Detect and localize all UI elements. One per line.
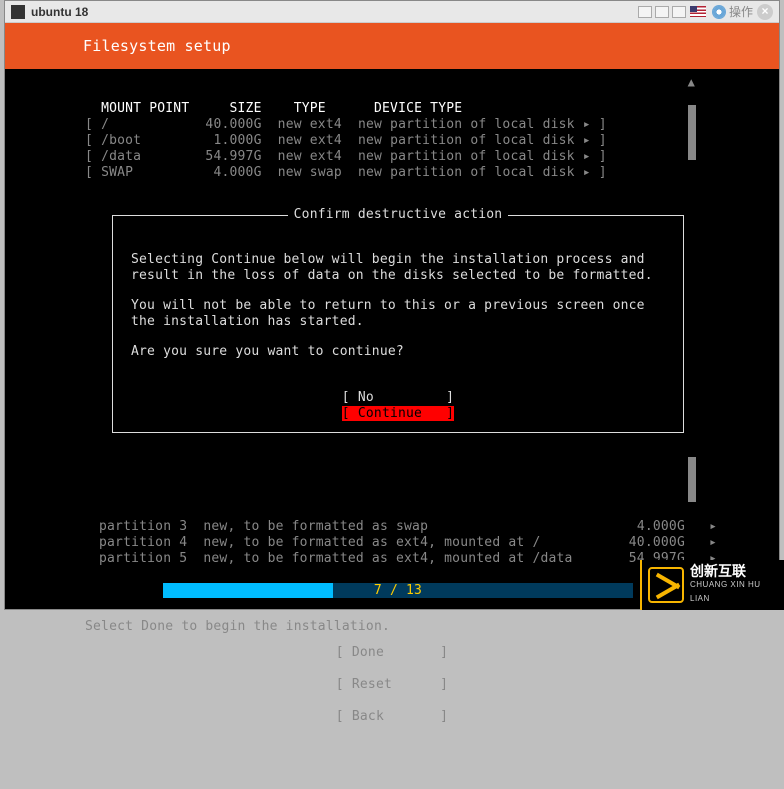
- window-title: ubuntu 18: [31, 5, 88, 19]
- table-row[interactable]: [ /boot 1.000G new ext4 new partition of…: [85, 133, 607, 148]
- done-button[interactable]: [ Done ]: [5, 645, 779, 661]
- no-button[interactable]: [ No ]: [342, 390, 454, 405]
- window-titlebar: ubuntu 18 操作 ×: [5, 1, 779, 23]
- list-item[interactable]: partition 5 new, to be formatted as ext4…: [99, 551, 717, 566]
- table-row[interactable]: [ SWAP 4.000G new swap new partition of …: [85, 165, 607, 180]
- hint-text: Select Done to begin the installation.: [85, 619, 390, 634]
- list-item[interactable]: partition 3 new, to be formatted as swap…: [99, 519, 717, 534]
- close-icon[interactable]: ×: [757, 4, 773, 20]
- progress-text: 7 / 13: [163, 583, 633, 598]
- table-row[interactable]: [ / 40.000G new ext4 new partition of lo…: [85, 117, 607, 132]
- vm-icon: [11, 5, 25, 19]
- confirm-dialog: Confirm destructive action Selecting Con…: [112, 215, 684, 433]
- watermark-cn: 创新互联: [690, 564, 778, 578]
- back-button[interactable]: [ Back ]: [5, 709, 779, 725]
- list-item[interactable]: partition 4 new, to be formatted as ext4…: [99, 535, 717, 550]
- watermark: 创新互联 CHUANG XIN HU LIAN: [640, 560, 784, 610]
- dialog-text-3: Are you sure you want to continue?: [131, 344, 665, 360]
- page-title: Filesystem setup: [5, 23, 779, 69]
- titlebar-control-2[interactable]: [655, 6, 669, 18]
- scrollbar-lower[interactable]: [688, 457, 696, 502]
- titlebar-control-3[interactable]: [672, 6, 686, 18]
- continue-button[interactable]: [ Continue ]: [342, 406, 454, 421]
- us-flag-icon[interactable]: [690, 6, 706, 17]
- scrollbar-top[interactable]: [688, 105, 696, 160]
- scroll-up-arrow[interactable]: ▲: [688, 75, 695, 89]
- dialog-text-2: You will not be able to return to this o…: [131, 298, 665, 330]
- partition-table: MOUNT POINT SIZE TYPE DEVICE TYPE [ / 40…: [85, 85, 779, 197]
- watermark-logo-icon: [648, 567, 684, 603]
- gear-icon[interactable]: [712, 5, 726, 19]
- dialog-text-1: Selecting Continue below will begin the …: [131, 252, 665, 284]
- titlebar-control-1[interactable]: [638, 6, 652, 18]
- watermark-en: CHUANG XIN HU LIAN: [690, 578, 778, 606]
- dialog-title: Confirm destructive action: [288, 207, 509, 222]
- table-row[interactable]: [ /data 54.997G new ext4 new partition o…: [85, 149, 607, 164]
- action-label[interactable]: 操作: [729, 3, 753, 20]
- reset-button[interactable]: [ Reset ]: [5, 677, 779, 693]
